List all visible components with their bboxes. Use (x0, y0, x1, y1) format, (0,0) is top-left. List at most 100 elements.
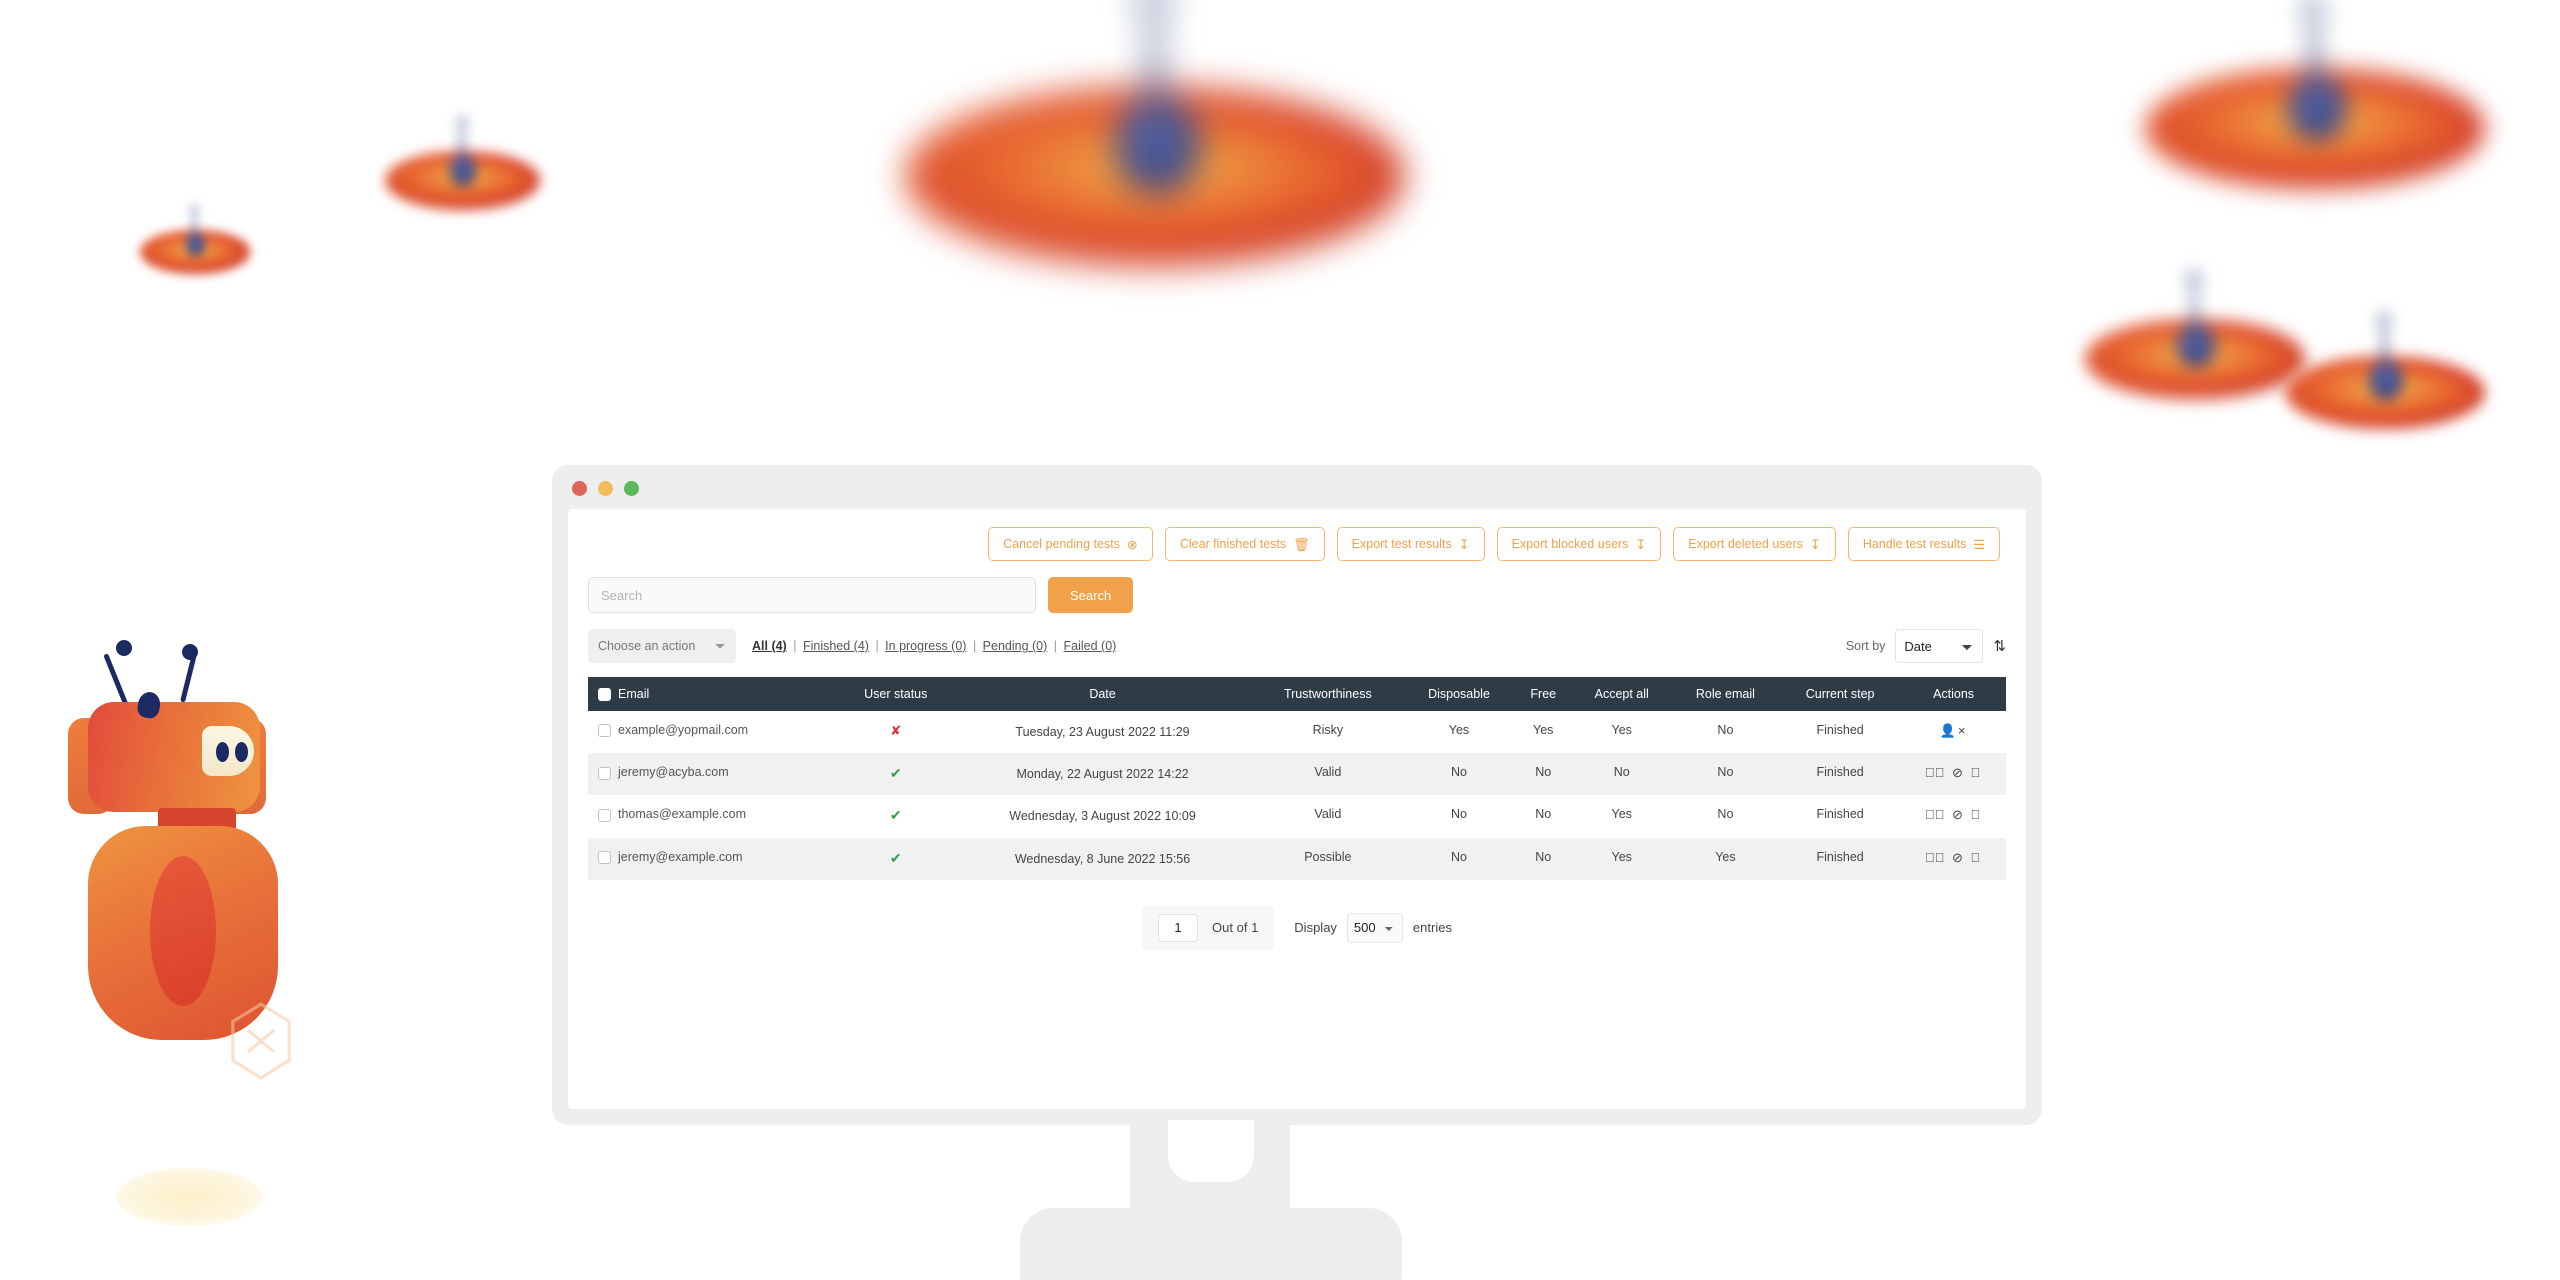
cell-email: jeremy@acyba.com (588, 753, 839, 795)
status-link-failed[interactable]: Failed (0) (1064, 639, 1117, 653)
column-current-step[interactable]: Current step (1779, 677, 1902, 712)
column-email[interactable]: Email (588, 677, 839, 712)
sort-by-select[interactable]: Date (1895, 629, 1984, 663)
row-checkbox[interactable] (598, 766, 611, 780)
column-trustworthiness[interactable]: Trustworthiness (1252, 677, 1404, 712)
column-free[interactable]: Free (1514, 677, 1572, 712)
table-body: example@yopmail.com ✘ Tuesday, 23 August… (588, 711, 2006, 880)
cell-current-step: Finished (1816, 849, 1864, 864)
status-valid-icon: ✔ (889, 807, 902, 824)
status-link-in-progress[interactable]: In progress (0) (885, 639, 966, 653)
cell-user-status: ✔ (839, 838, 953, 880)
table-header-row: Email User status Date Trustworthiness D… (588, 677, 2006, 712)
ufo-decoration-3 (905, 0, 1405, 312)
cell-current-step: Finished (1816, 723, 1864, 738)
cell-date: Wednesday, 3 August 2022 10:09 (1009, 809, 1196, 824)
monitor-stand-notch (1168, 1120, 1254, 1182)
sort-descending-icon[interactable]: ⇅ (1993, 639, 2006, 654)
cell-actions: ✔⃝ ⊘ 🗑 (1901, 838, 2006, 880)
status-link-pending[interactable]: Pending (0) (983, 639, 1048, 653)
table-row: jeremy@example.com ✔ Wednesday, 8 June 2… (588, 837, 2006, 880)
robot-mascot (68, 640, 318, 1080)
download-icon: ↧ (1458, 536, 1470, 552)
row-checkbox[interactable] (598, 850, 611, 864)
column-user-status[interactable]: User status (838, 677, 953, 712)
robot-shadow (116, 1168, 262, 1226)
cell-user-status: ✔ (839, 795, 953, 837)
ufo-dome (2177, 323, 2215, 367)
export-test-results-button[interactable]: Export test results ↧ (1336, 527, 1485, 561)
choose-action-select[interactable]: Choose an action (588, 629, 736, 663)
download-icon: ↧ (1635, 536, 1647, 552)
robot-eye-right (235, 742, 248, 762)
cell-actions: 👤× (1901, 711, 2006, 753)
status-valid-icon: ✔ (889, 849, 902, 866)
ufo-decoration-1 (140, 203, 250, 285)
export-test-results-label: Export test results (1351, 537, 1452, 551)
trash-icon: 🗑 (1293, 536, 1310, 552)
ufo-antenna-ball (2299, 0, 2327, 27)
display-label: Display (1294, 920, 1337, 936)
handle-test-results-button[interactable]: Handle test results ☰ (1847, 527, 2000, 561)
ufo-dome (1115, 97, 1200, 194)
robot-hex-emblem (231, 1002, 291, 1080)
cell-accept-all: Yes (1611, 723, 1632, 738)
zoom-dot[interactable] (624, 481, 639, 496)
ufo-decoration-2 (385, 114, 540, 225)
status-filter-links: All (4) | Finished (4) | In progress (0)… (752, 639, 1116, 653)
status-link-all[interactable]: All (4) (752, 639, 787, 653)
column-date[interactable]: Date (952, 677, 1253, 712)
export-deleted-users-button[interactable]: Export deleted users ↧ (1673, 527, 1836, 561)
export-deleted-users-label: Export deleted users (1688, 537, 1803, 551)
user-remove-icon[interactable]: 👤× (1940, 723, 1968, 738)
search-input[interactable] (588, 577, 1036, 613)
cell-disposable: No (1450, 765, 1467, 780)
status-link-finished[interactable]: Finished (4) (803, 639, 869, 653)
column-disposable[interactable]: Disposable (1403, 677, 1515, 712)
clear-finished-tests-button[interactable]: Clear finished tests 🗑 (1164, 527, 1325, 561)
entries-per-page: Display 500 entries (1294, 912, 1452, 943)
cell-free: Yes (1533, 723, 1554, 738)
cancel-circle-icon: ⊗ (1126, 536, 1138, 552)
row-action-icons[interactable]: ✔⃝ ⊘ 🗑 (1925, 850, 1982, 865)
row-checkbox[interactable] (598, 808, 611, 822)
monitor-mockup: Cancel pending tests ⊗ Clear finished te… (552, 465, 2042, 1125)
antenna-ball-left (116, 640, 132, 656)
cell-current-step: Finished (1816, 765, 1864, 780)
minimize-dot[interactable] (598, 481, 613, 496)
cell-trustworthiness: Valid (1314, 765, 1342, 780)
filter-separator: | (972, 639, 977, 653)
filter-separator: | (1053, 639, 1058, 653)
table-row: jeremy@acyba.com ✔ Monday, 22 August 202… (588, 753, 2006, 796)
email-text: jeremy@example.com (618, 849, 743, 864)
cell-disposable: Yes (1448, 723, 1470, 738)
table-row: thomas@example.com ✔ Wednesday, 3 August… (588, 795, 2006, 837)
out-of-label: Out of 1 (1212, 920, 1259, 936)
ufo-dome (186, 233, 205, 257)
cell-free: No (1535, 807, 1552, 822)
row-action-icons[interactable]: ✔⃝ ⊘ 🗑 (1925, 807, 1982, 822)
ufo-decoration-6 (2285, 311, 2485, 448)
robot-body-highlight (150, 856, 216, 1006)
ufo-decoration-5 (2085, 269, 2305, 420)
ufo-antenna-ball (1132, 0, 1173, 25)
cell-trustworthiness: Risky (1312, 723, 1344, 738)
download-icon: ↧ (1809, 536, 1821, 552)
cell-date: Tuesday, 23 August 2022 11:29 (1015, 725, 1190, 740)
column-role-email[interactable]: Role email (1671, 677, 1780, 712)
page-root: Cancel pending tests ⊗ Clear finished te… (0, 0, 2560, 1280)
search-button[interactable]: Search (1048, 577, 1134, 613)
entries-select[interactable]: 500 (1346, 912, 1403, 943)
select-all-checkbox[interactable] (598, 688, 611, 702)
row-checkbox[interactable] (598, 724, 611, 738)
cell-role-email: No (1717, 765, 1734, 780)
results-table: Email User status Date Trustworthiness D… (588, 677, 2006, 880)
close-dot[interactable] (572, 481, 587, 496)
export-blocked-users-button[interactable]: Export blocked users ↧ (1496, 527, 1662, 561)
page-selector: Out of 1 (1142, 905, 1275, 950)
column-accept-all[interactable]: Accept all (1571, 677, 1672, 712)
row-action-icons[interactable]: ✔⃝ ⊘ 🗑 (1925, 765, 1982, 780)
filter-separator: | (875, 639, 879, 653)
cancel-pending-tests-button[interactable]: Cancel pending tests ⊗ (988, 527, 1153, 561)
page-number-input[interactable] (1158, 913, 1199, 942)
